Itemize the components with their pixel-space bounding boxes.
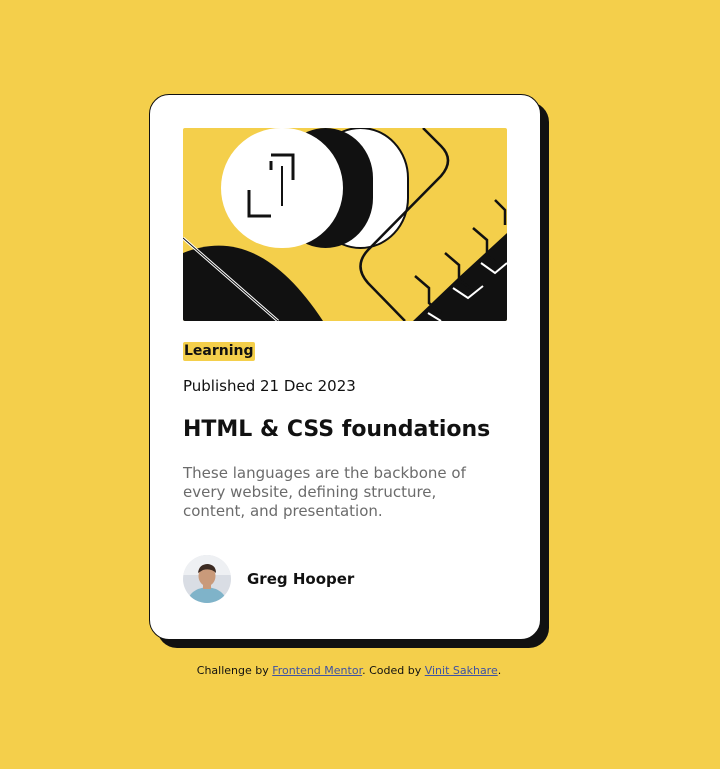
- frontend-mentor-link[interactable]: Frontend Mentor: [272, 664, 362, 677]
- blog-preview-card: Learning Published 21 Dec 2023 HTML & CS…: [149, 94, 541, 640]
- category-tag: Learning: [183, 342, 255, 361]
- card-description: These languages are the backbone of ever…: [183, 464, 466, 520]
- attribution-middle: . Coded by: [362, 664, 425, 677]
- attribution-suffix: .: [497, 664, 502, 677]
- hero-illustration: [183, 128, 507, 321]
- author-link[interactable]: Vinit Sakhare: [425, 664, 498, 677]
- author-avatar: [183, 555, 231, 603]
- attribution: Challenge by Frontend Mentor. Coded by V…: [0, 664, 698, 677]
- card-title[interactable]: HTML & CSS foundations: [183, 415, 507, 445]
- published-date: Published 21 Dec 2023: [183, 377, 356, 395]
- author-block: Greg Hooper: [183, 555, 507, 603]
- attribution-prefix: Challenge by: [196, 664, 273, 677]
- author-name: Greg Hooper: [247, 570, 355, 588]
